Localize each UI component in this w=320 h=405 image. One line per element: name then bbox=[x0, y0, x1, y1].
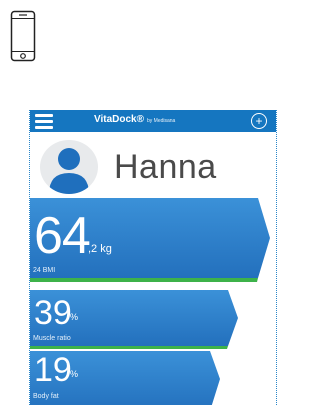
muscle-value: 39 bbox=[34, 294, 72, 332]
user-name: Hanna bbox=[114, 148, 217, 186]
app-title-sub: by Medisana bbox=[146, 118, 176, 124]
add-circle-icon[interactable]: + bbox=[251, 113, 267, 129]
weight-unit: ,2 kg bbox=[88, 243, 112, 255]
bodyfat-caption: Body fat bbox=[33, 393, 59, 400]
app-title: VitaDock® by Medisana bbox=[94, 114, 175, 125]
bmi-caption: 24 BMI bbox=[33, 267, 56, 274]
smartphone-outline-icon bbox=[10, 10, 36, 62]
app-screen: VitaDock® by Medisana + Hanna 64 ,2 kg 24 bbox=[29, 110, 277, 405]
metric-muscle-card[interactable]: 39 % Muscle ratio bbox=[30, 290, 276, 350]
user-profile-row[interactable]: Hanna bbox=[30, 134, 276, 196]
metric-bodyfat-card[interactable]: 19 % Body fat bbox=[30, 351, 276, 405]
muscle-unit: % bbox=[70, 312, 79, 322]
hamburger-menu-icon[interactable] bbox=[35, 113, 53, 129]
metric-weight-card[interactable]: 64 ,2 kg 24 BMI bbox=[30, 198, 276, 288]
user-silhouette-icon bbox=[40, 140, 98, 194]
bodyfat-value: 19 bbox=[34, 351, 72, 389]
bodyfat-unit: % bbox=[70, 369, 79, 379]
app-title-brand: VitaDock® bbox=[94, 114, 144, 125]
muscle-caption: Muscle ratio bbox=[33, 335, 71, 342]
app-header-bar: VitaDock® by Medisana + bbox=[30, 110, 276, 132]
weight-value: 64 bbox=[34, 207, 91, 265]
